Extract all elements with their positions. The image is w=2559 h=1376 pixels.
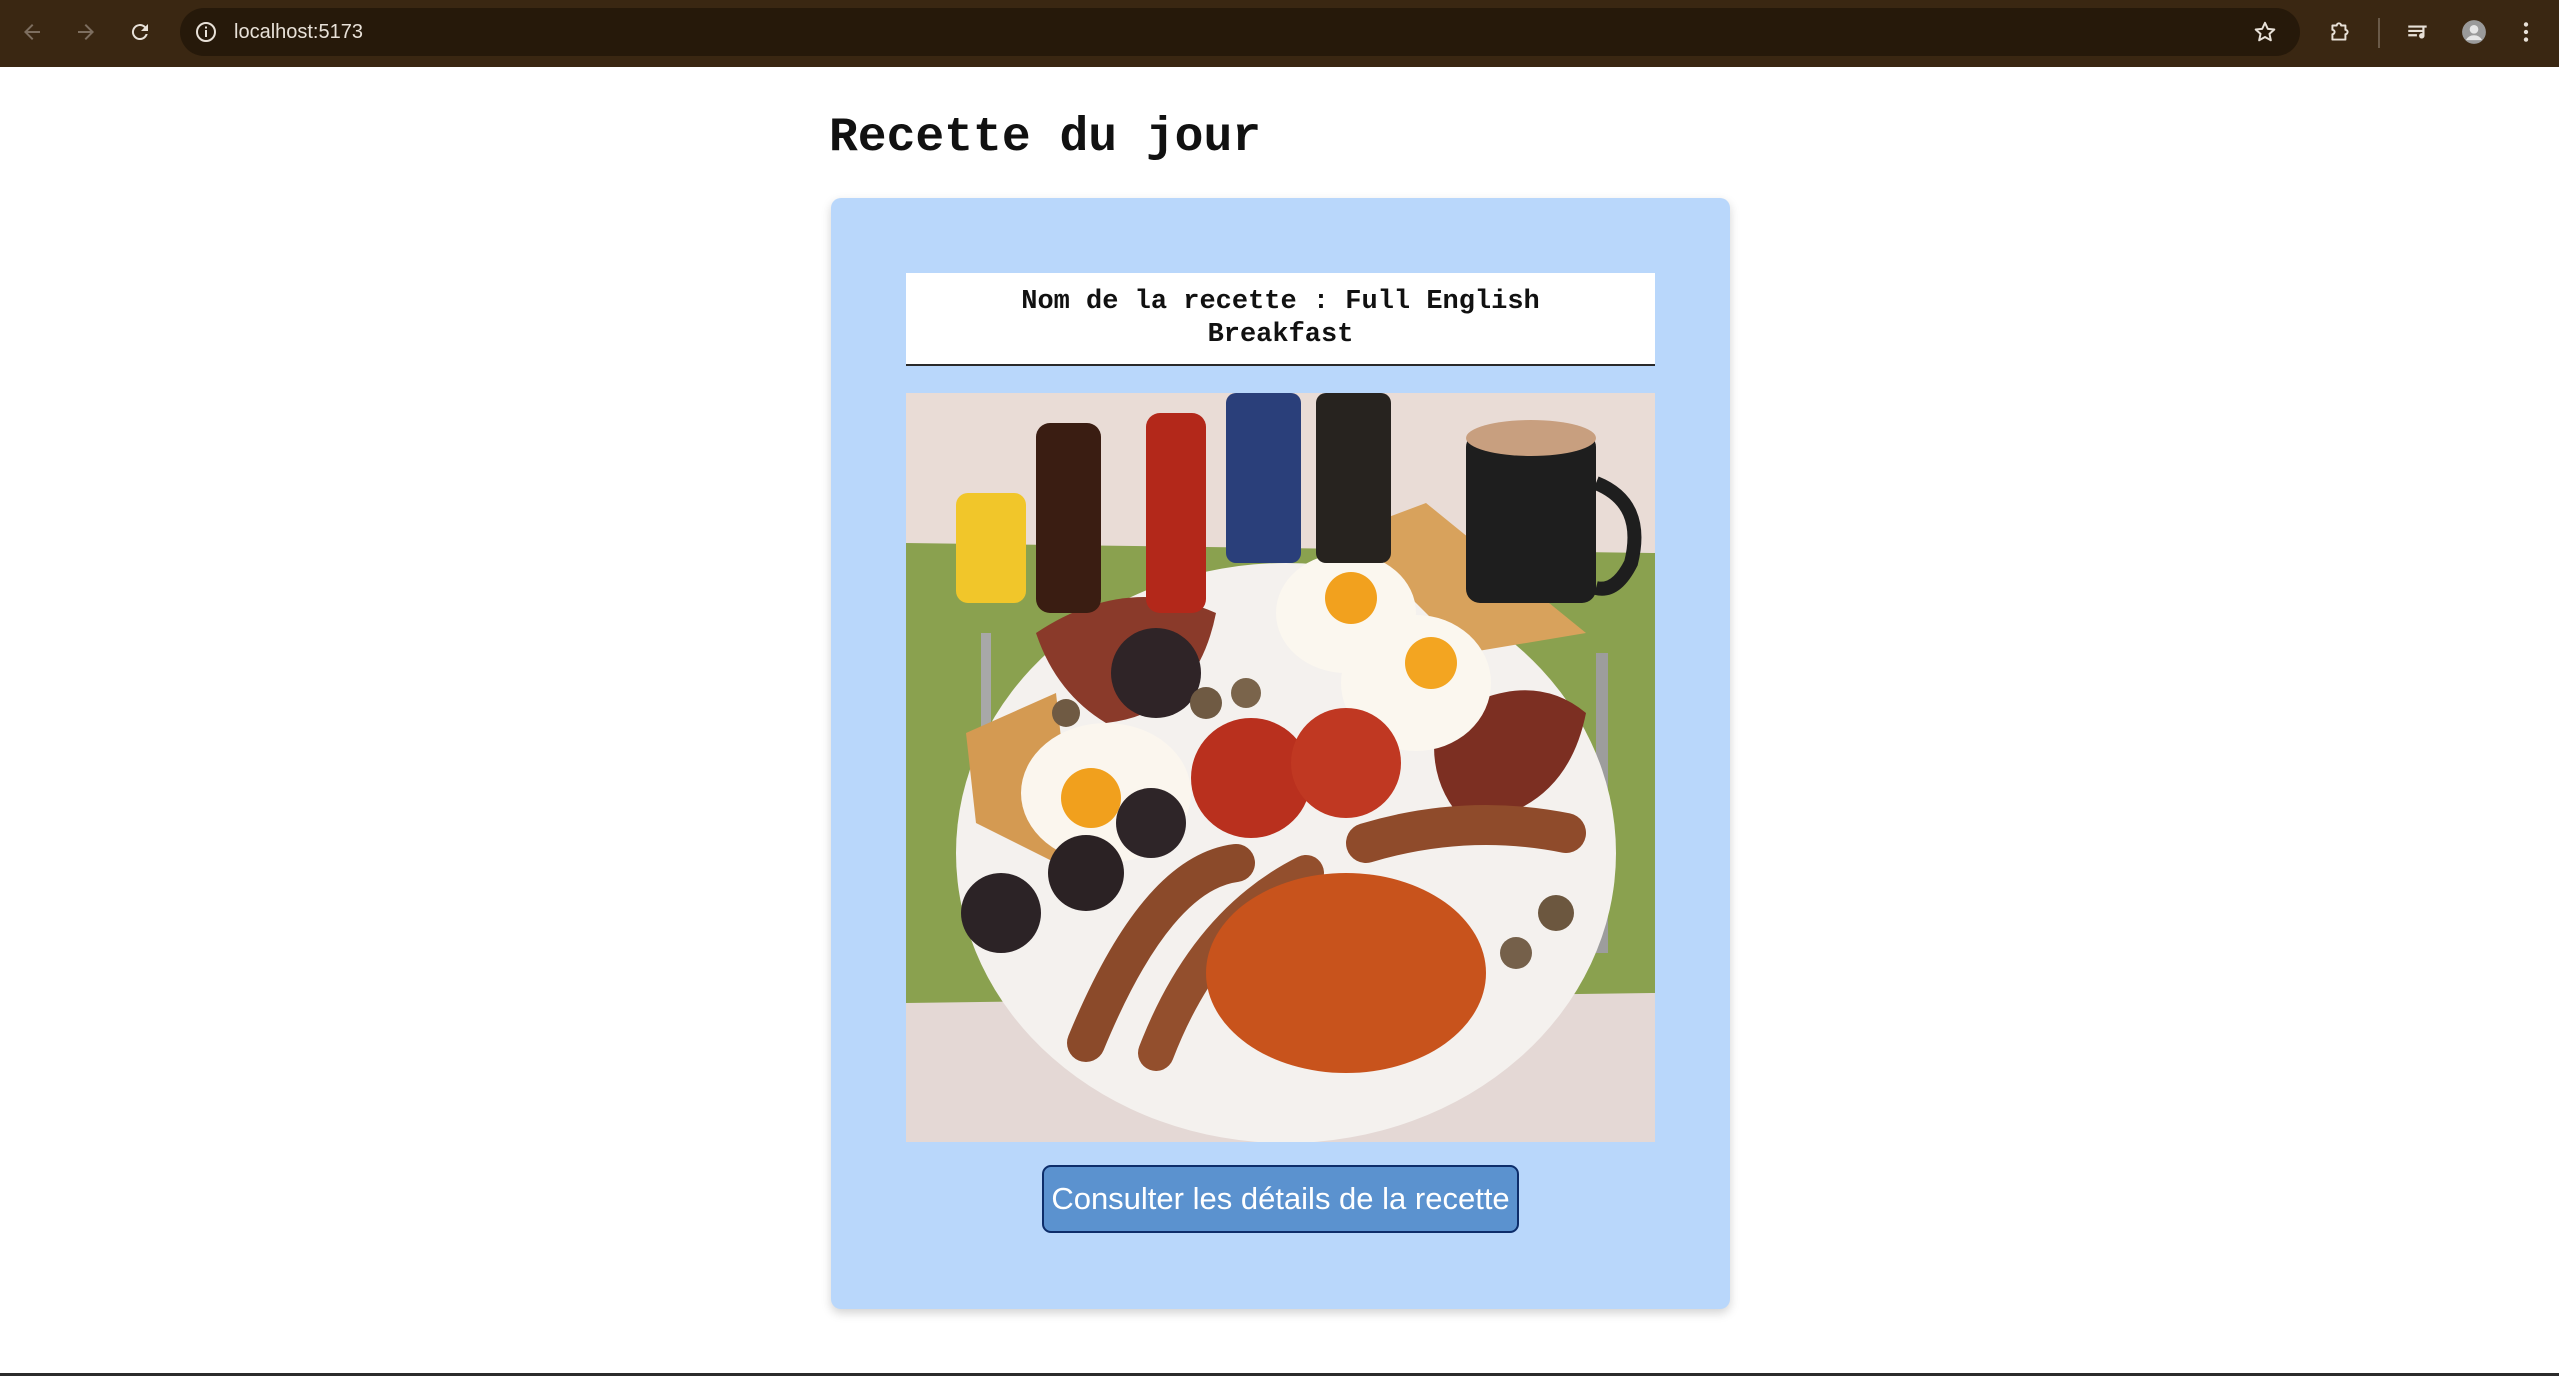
recipe-card: Nom de la recette : Full English Breakfa… xyxy=(831,198,1730,1309)
page-title: Recette du jour xyxy=(829,111,1262,165)
reload-icon xyxy=(131,24,148,41)
url-text[interactable]: localhost:5173 xyxy=(234,19,363,45)
breakfast-photo xyxy=(906,393,1655,1142)
toolbar-divider xyxy=(2378,18,2380,48)
puzzle-icon xyxy=(2331,22,2349,41)
back-button[interactable] xyxy=(14,14,50,50)
media-queue-icon xyxy=(2408,25,2427,39)
avatar-icon xyxy=(2462,20,2486,44)
browser-toolbar: localhost:5173 xyxy=(0,0,2559,67)
address-bar[interactable]: localhost:5173 xyxy=(180,8,2300,56)
arrow-right-icon xyxy=(78,24,94,40)
kebab-menu-icon xyxy=(2523,22,2529,42)
reload-button[interactable] xyxy=(122,14,158,50)
star-icon[interactable] xyxy=(2252,19,2278,45)
extensions-button[interactable] xyxy=(2324,16,2356,48)
profile-button[interactable] xyxy=(2458,16,2490,48)
arrow-left-icon xyxy=(24,24,40,40)
info-icon[interactable] xyxy=(194,20,218,44)
recipe-image xyxy=(906,393,1655,1142)
media-button[interactable] xyxy=(2402,16,2434,48)
forward-button[interactable] xyxy=(68,14,104,50)
recipe-name: Nom de la recette : Full English Breakfa… xyxy=(906,273,1655,366)
menu-button[interactable] xyxy=(2510,16,2542,48)
view-recipe-details-button[interactable]: Consulter les détails de la recette xyxy=(1042,1165,1519,1233)
